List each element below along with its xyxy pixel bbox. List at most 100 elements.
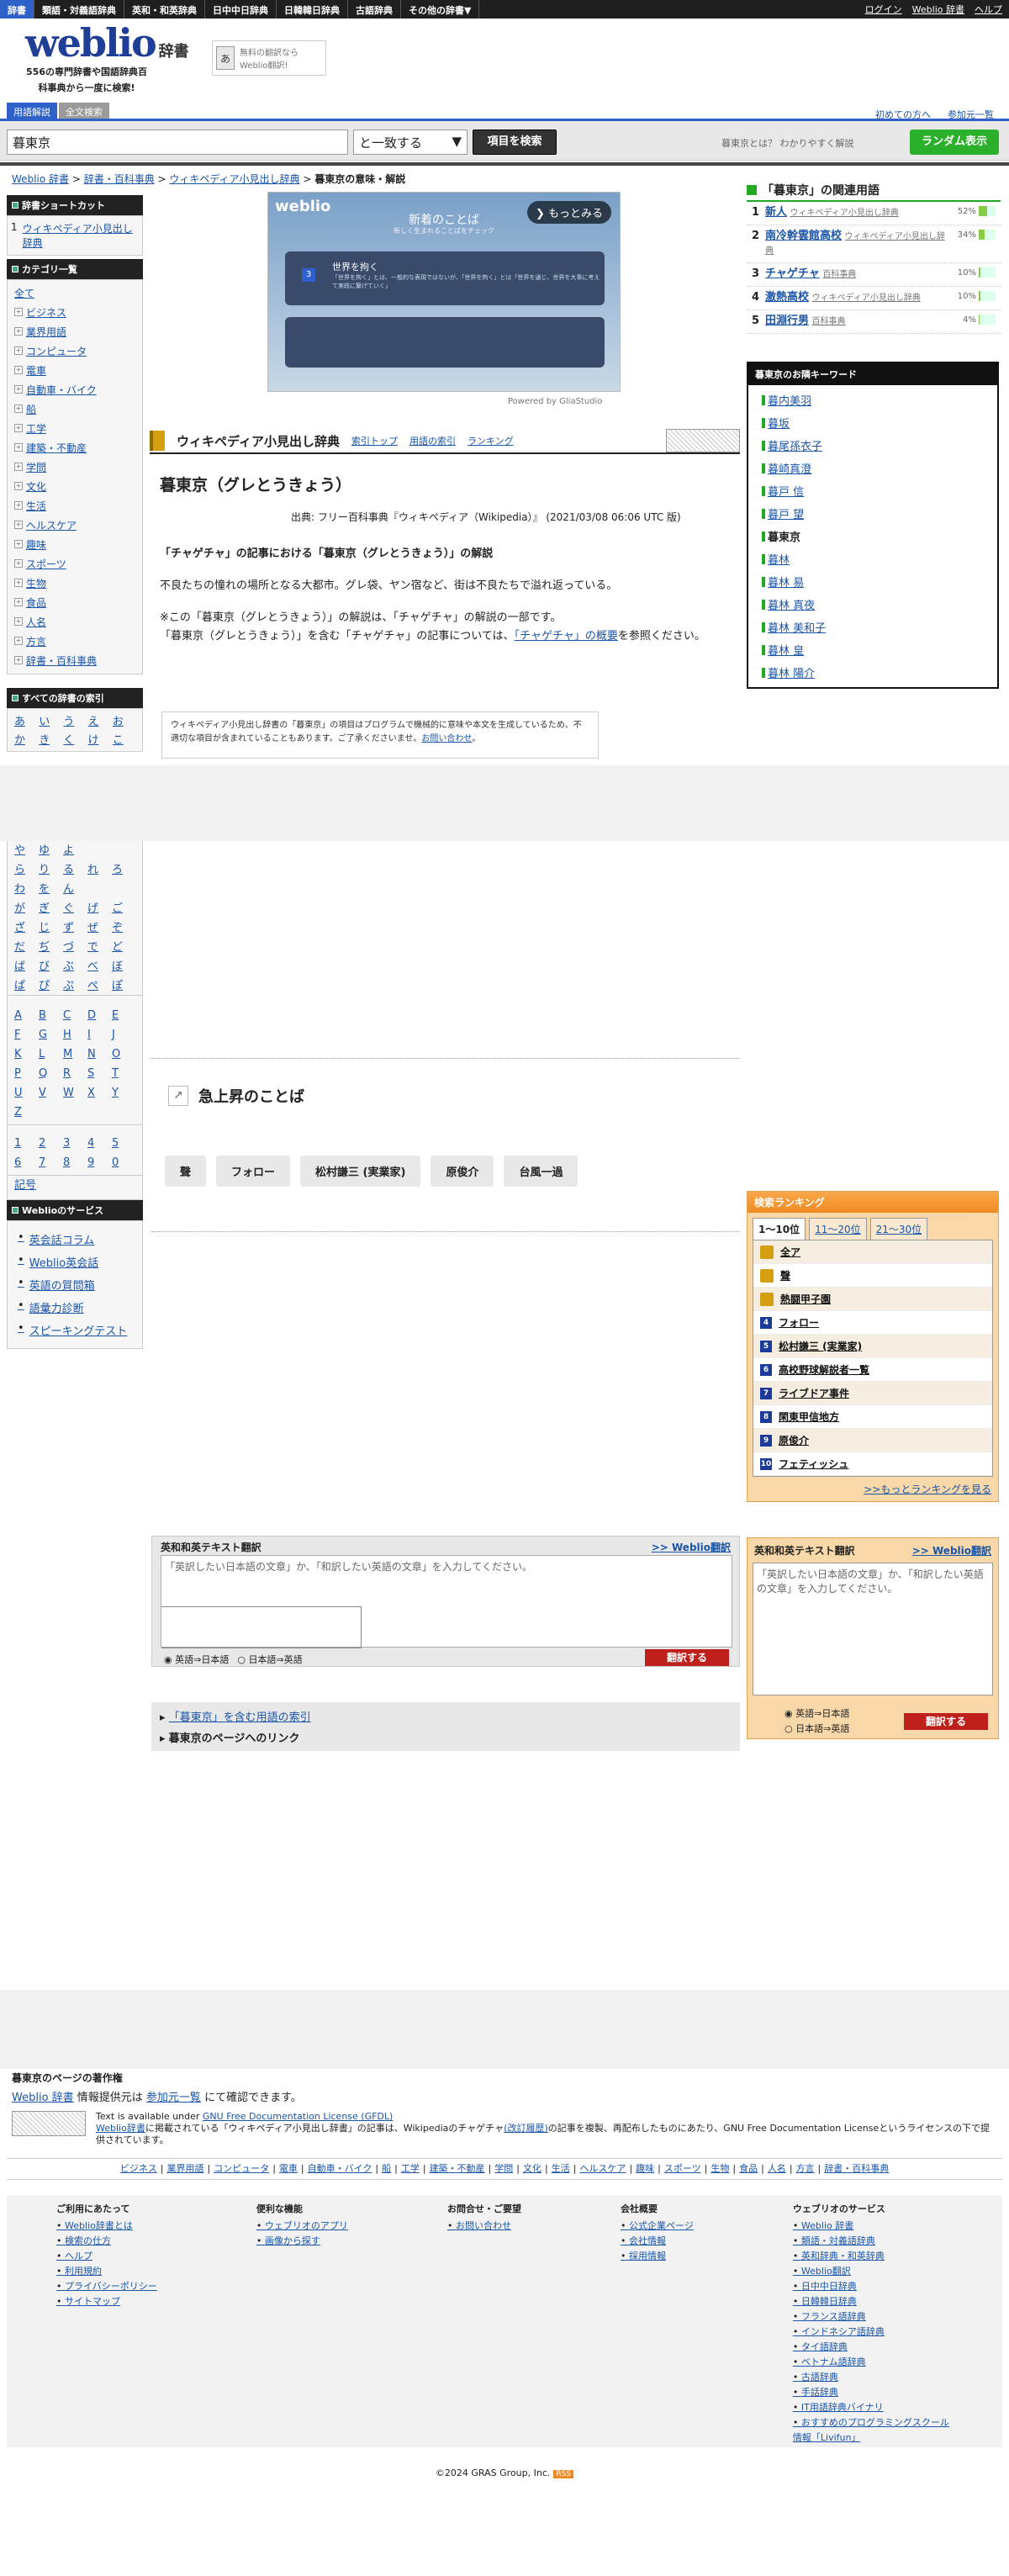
alpha-link[interactable]: E: [112, 1009, 135, 1028]
kana-link[interactable]: う: [63, 712, 86, 729]
top-nav-item[interactable]: 辞書: [0, 0, 34, 19]
breadcrumb-item[interactable]: Weblio 辞書: [12, 173, 69, 185]
search-button[interactable]: 項目を検索: [473, 130, 557, 155]
kana-link[interactable]: [112, 841, 135, 860]
kana-link[interactable]: ぱ: [14, 976, 38, 995]
trending-chip[interactable]: 原俊介: [431, 1156, 494, 1187]
kana-link[interactable]: [87, 880, 111, 898]
kana-link[interactable]: き: [39, 731, 61, 748]
alpha-link[interactable]: O: [112, 1048, 135, 1066]
category-item[interactable]: + コンピュータ: [11, 341, 139, 361]
kana-link[interactable]: ん: [63, 880, 87, 898]
weblio-link[interactable]: Weblio 辞書: [12, 2092, 74, 2104]
alpha-link[interactable]: G: [39, 1029, 62, 1047]
keyword-label[interactable]: 暮戸 望: [768, 505, 804, 521]
keyword-label[interactable]: 暮林 美和子: [768, 619, 826, 635]
kana-link[interactable]: ぎ: [39, 899, 62, 918]
kana-link[interactable]: ぺ: [87, 976, 111, 995]
category-label[interactable]: コンピュータ: [26, 344, 87, 358]
kana-link[interactable]: ろ: [112, 860, 135, 879]
footer-category-link[interactable]: 業界用語: [166, 2163, 203, 2174]
top-nav-item[interactable]: 古語辞典: [348, 0, 401, 19]
alpha-link[interactable]: R: [63, 1067, 87, 1086]
alpha-link[interactable]: L: [39, 1048, 62, 1066]
kana-link[interactable]: ず: [63, 918, 87, 937]
category-item[interactable]: + 生物: [11, 574, 139, 593]
category-label[interactable]: 方言: [26, 634, 46, 648]
footer-link[interactable]: ベトナム語辞典: [793, 2355, 953, 2370]
category-label[interactable]: ビジネス: [26, 305, 66, 320]
kana-link[interactable]: え: [88, 712, 111, 729]
kana-link[interactable]: を: [39, 880, 62, 898]
kana-link[interactable]: ど: [112, 938, 135, 956]
keyword-item[interactable]: 暮尾孫衣子: [748, 434, 997, 457]
category-item[interactable]: + 業界用語: [11, 322, 139, 341]
service-link[interactable]: 英会話コラム: [11, 1228, 139, 1251]
category-label[interactable]: 業界用語: [26, 325, 66, 339]
ranking-word[interactable]: 松村謙三 (実業家): [779, 1339, 862, 1353]
kana-link[interactable]: る: [63, 860, 87, 879]
footer-category-link[interactable]: 生物: [711, 2163, 729, 2174]
category-label[interactable]: 趣味: [26, 537, 46, 552]
category-label[interactable]: スポーツ: [26, 557, 66, 571]
kana-link[interactable]: げ: [87, 899, 111, 918]
footer-category-link[interactable]: 自動車・バイク: [308, 2163, 372, 2174]
kana-link[interactable]: ぽ: [112, 976, 135, 995]
alpha-link[interactable]: X: [87, 1087, 111, 1105]
kana-link[interactable]: や: [14, 841, 38, 860]
ranking-word[interactable]: 全ア: [780, 1245, 800, 1259]
ranking-word[interactable]: ライブドア事件: [779, 1386, 849, 1400]
kana-link[interactable]: [112, 880, 135, 898]
digit-link[interactable]: 3: [63, 1137, 87, 1156]
translate-link[interactable]: >> Weblio翻訳: [652, 1540, 731, 1554]
category-label[interactable]: 生物: [26, 576, 46, 590]
kana-link[interactable]: か: [14, 731, 37, 748]
footer-link[interactable]: おすすめのプログラミングスクール情報「Livifun」: [793, 2415, 953, 2446]
alpha-link[interactable]: J: [112, 1029, 135, 1047]
footer-link[interactable]: サイトマップ: [56, 2294, 157, 2309]
radio-ja-en[interactable]: ○ 日本語⇒英語: [784, 1722, 849, 1737]
digit-link[interactable]: 6: [14, 1156, 38, 1175]
participation-link[interactable]: 参加元一覧: [146, 2092, 201, 2104]
kana-link[interactable]: ぶ: [63, 957, 87, 976]
footer-category-link[interactable]: 人名: [768, 2163, 786, 2174]
index-top-link[interactable]: 索引トップ: [351, 434, 398, 447]
top-nav-item[interactable]: 英和・和英辞典: [124, 0, 205, 19]
category-label[interactable]: 文化: [26, 479, 46, 494]
kana-link[interactable]: [87, 841, 111, 860]
kana-link[interactable]: こ: [113, 731, 135, 748]
related-source[interactable]: 百科事典: [822, 270, 856, 279]
ranking-word[interactable]: 聲: [780, 1268, 790, 1283]
search-input[interactable]: 暮東京: [7, 130, 348, 155]
digit-link[interactable]: 9: [87, 1156, 111, 1175]
kana-link[interactable]: い: [39, 712, 61, 729]
alpha-link[interactable]: H: [63, 1029, 87, 1047]
keyword-item[interactable]: 暮内美羽: [748, 389, 997, 411]
category-item[interactable]: + 電車: [11, 361, 139, 380]
footer-link[interactable]: 採用情報: [621, 2249, 694, 2264]
kana-link[interactable]: で: [87, 938, 111, 956]
footer-link[interactable]: 利用規約: [56, 2264, 157, 2279]
category-item[interactable]: + 人名: [11, 612, 139, 632]
related-source[interactable]: ウィキペディア小見出し辞典: [790, 209, 899, 218]
kana-link[interactable]: ぼ: [112, 957, 135, 976]
ranking-word[interactable]: 熱闘甲子園: [780, 1292, 831, 1306]
related-word[interactable]: 激熱高校: [765, 291, 809, 304]
alpha-link[interactable]: I: [87, 1029, 111, 1047]
kana-link[interactable]: お: [113, 712, 135, 729]
digit-link[interactable]: 8: [63, 1156, 87, 1175]
ranking-item[interactable]: 全ア: [753, 1240, 992, 1264]
category-item[interactable]: + ビジネス: [11, 303, 139, 322]
kana-link[interactable]: わ: [14, 880, 38, 898]
radio-en-ja[interactable]: ◉ 英語⇒日本語: [164, 1653, 229, 1666]
related-item[interactable]: 5 田淵行男 百科事典 4%: [747, 310, 1001, 334]
related-word[interactable]: 田淵行男: [765, 315, 809, 327]
category-item[interactable]: + 船: [11, 399, 139, 419]
footer-link[interactable]: Weblio 辞書: [793, 2219, 953, 2234]
kana-link[interactable]: だ: [14, 938, 38, 956]
kana-link[interactable]: ゆ: [39, 841, 62, 860]
ranking-item[interactable]: 熱闘甲子園: [753, 1288, 992, 1311]
ranking-item[interactable]: 聲: [753, 1264, 992, 1288]
category-item[interactable]: + 辞書・百科事典: [11, 651, 139, 670]
keyword-item[interactable]: 暮林: [748, 547, 997, 570]
